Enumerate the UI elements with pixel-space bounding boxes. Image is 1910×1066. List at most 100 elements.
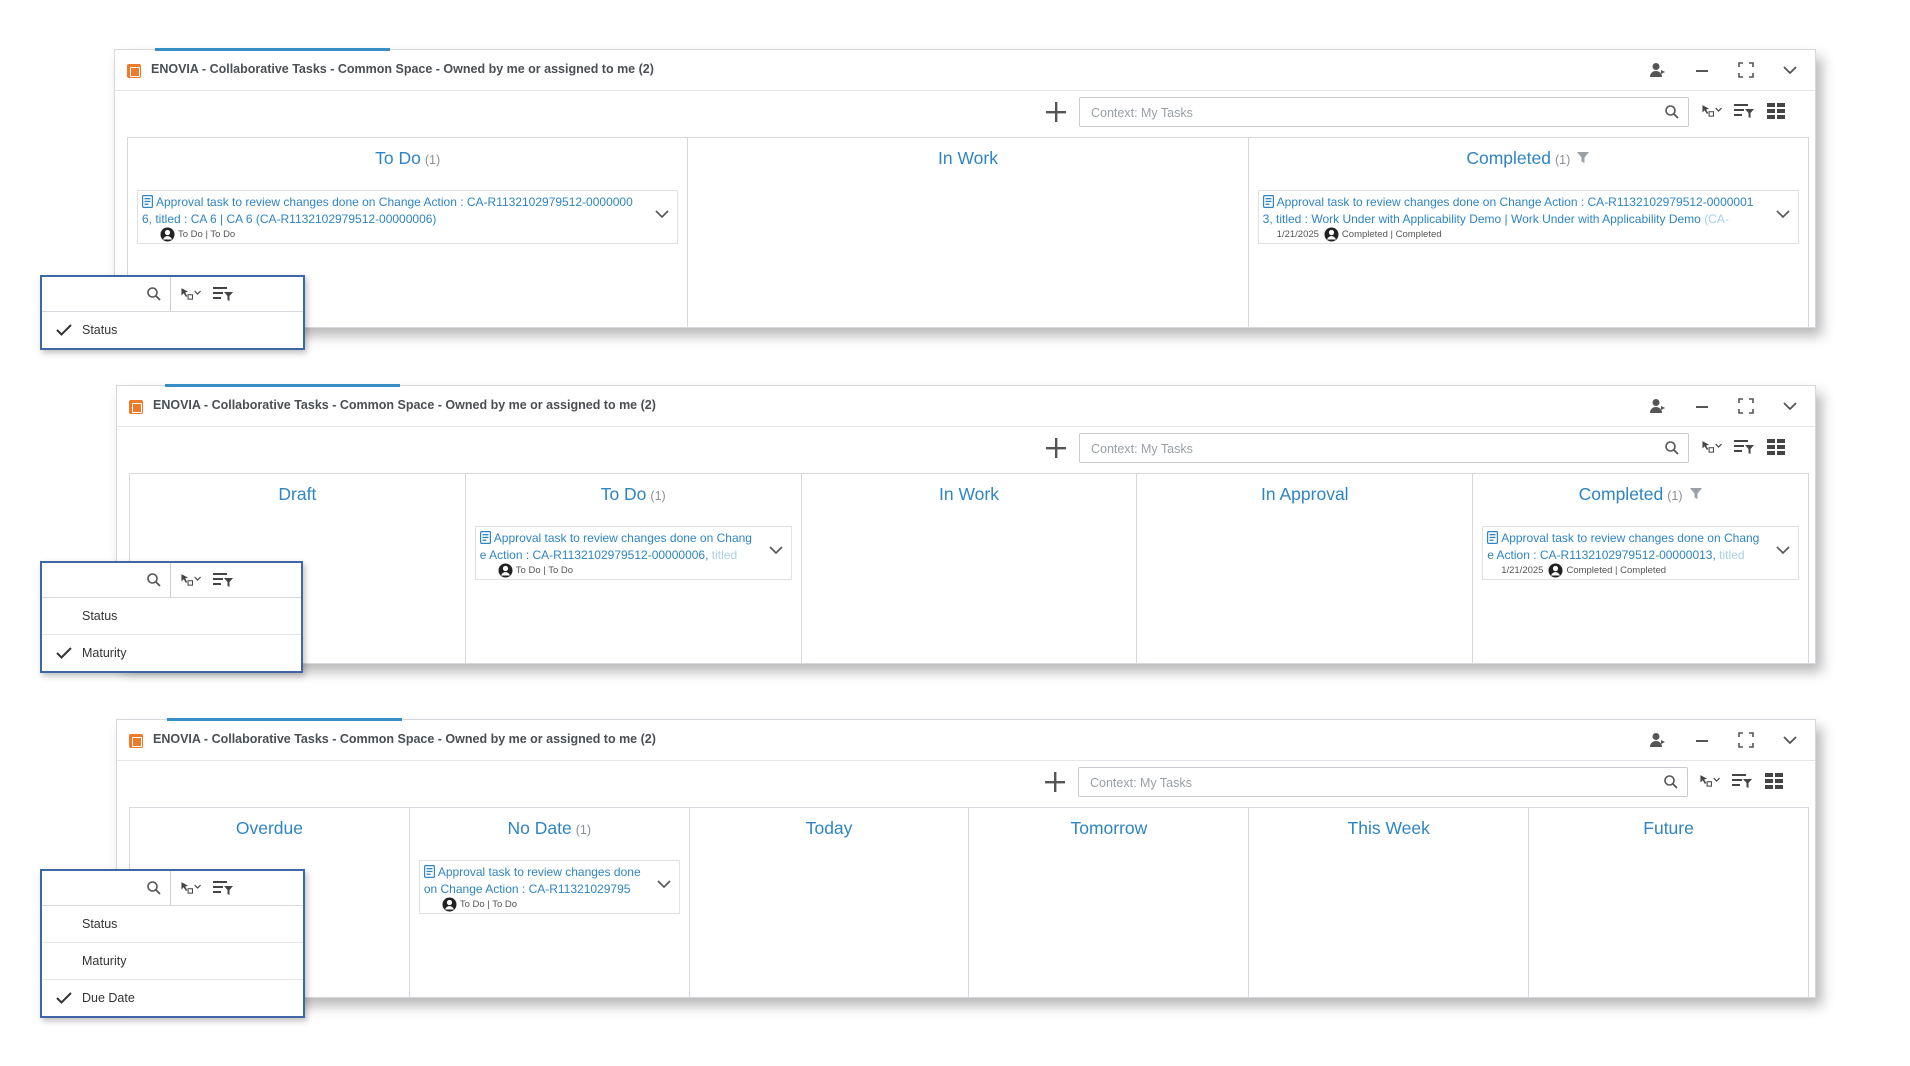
filter-list-icon[interactable] bbox=[1731, 770, 1753, 792]
context-search-input[interactable]: Context: My Tasks bbox=[1079, 97, 1689, 127]
column-header[interactable]: Today bbox=[690, 808, 969, 839]
context-search-input[interactable]: Context: My Tasks bbox=[1078, 767, 1688, 797]
popup-search-input[interactable] bbox=[42, 563, 171, 597]
board-column: In Approval bbox=[1136, 474, 1472, 663]
expand-card-icon[interactable] bbox=[655, 209, 669, 219]
column-label: In Work bbox=[939, 484, 999, 504]
group-by-option[interactable]: Status bbox=[42, 598, 301, 635]
user-share-icon[interactable] bbox=[1647, 395, 1669, 417]
maximize-icon[interactable] bbox=[1735, 395, 1757, 417]
column-header[interactable]: Completed (1) bbox=[1249, 138, 1808, 169]
column-header[interactable]: To Do (1) bbox=[466, 474, 801, 505]
filter-list-icon[interactable] bbox=[212, 569, 234, 591]
task-card[interactable]: Approval task to review changes done on … bbox=[1482, 526, 1799, 580]
selection-mode-icon[interactable] bbox=[1701, 436, 1723, 458]
enovia-logo-icon bbox=[127, 64, 141, 78]
column-header[interactable]: Future bbox=[1529, 808, 1808, 839]
panel-header: ENOVIA - Collaborative Tasks - Common Sp… bbox=[117, 720, 1815, 761]
column-filter-icon[interactable] bbox=[1576, 151, 1590, 165]
column-header[interactable]: In Approval bbox=[1137, 474, 1472, 505]
chevron-down-icon[interactable] bbox=[1779, 59, 1801, 81]
task-meta: To Do | To Do bbox=[442, 897, 517, 912]
search-icon[interactable] bbox=[146, 880, 162, 896]
task-status: To Do | To Do bbox=[178, 229, 236, 240]
popup-search-input[interactable] bbox=[42, 871, 171, 905]
group-by-option[interactable]: Status bbox=[42, 906, 303, 943]
task-title-link[interactable]: Approval task to review changes done on … bbox=[142, 194, 643, 228]
column-count: (1) bbox=[650, 489, 666, 503]
task-title-overflow: (CA- bbox=[1704, 212, 1729, 226]
selection-mode-icon[interactable] bbox=[180, 283, 202, 305]
task-card[interactable]: Approval task to review changes done on … bbox=[1257, 190, 1799, 244]
context-search-input[interactable]: Context: My Tasks bbox=[1079, 433, 1689, 463]
task-status: Completed | Completed bbox=[1566, 565, 1667, 576]
task-card[interactable]: Approval task to review changes done on … bbox=[137, 190, 679, 244]
column-header[interactable]: Completed (1) bbox=[1473, 474, 1808, 505]
minimize-icon[interactable] bbox=[1691, 395, 1713, 417]
selection-mode-icon[interactable] bbox=[180, 877, 202, 899]
search-icon[interactable] bbox=[146, 572, 162, 588]
add-task-button[interactable] bbox=[1043, 435, 1069, 461]
user-share-icon[interactable] bbox=[1647, 59, 1669, 81]
grid-view-icon[interactable] bbox=[1763, 770, 1785, 792]
selection-mode-icon[interactable] bbox=[1699, 770, 1721, 792]
filter-list-icon[interactable] bbox=[212, 283, 234, 305]
search-icon[interactable] bbox=[146, 286, 162, 302]
task-document-icon bbox=[1487, 531, 1499, 544]
search-icon[interactable] bbox=[1663, 774, 1679, 790]
search-icon[interactable] bbox=[1664, 104, 1680, 120]
minimize-icon[interactable] bbox=[1691, 59, 1713, 81]
filter-list-icon[interactable] bbox=[1733, 436, 1755, 458]
checkmark-icon bbox=[56, 992, 72, 1004]
minimize-icon[interactable] bbox=[1691, 729, 1713, 751]
group-by-option[interactable]: Due Date bbox=[42, 980, 303, 1016]
add-task-button[interactable] bbox=[1042, 769, 1068, 795]
task-card[interactable]: Approval task to review changes done on C… bbox=[418, 860, 680, 914]
column-header[interactable]: In Work bbox=[688, 138, 1247, 169]
chevron-down-icon[interactable] bbox=[1779, 729, 1801, 751]
popup-search-input[interactable] bbox=[42, 277, 171, 311]
column-header[interactable]: No Date (1) bbox=[410, 808, 689, 839]
column-header[interactable]: In Work bbox=[802, 474, 1137, 505]
chevron-down-icon[interactable] bbox=[1779, 395, 1801, 417]
expand-card-icon[interactable] bbox=[1776, 545, 1790, 555]
grid-view-icon[interactable] bbox=[1765, 100, 1787, 122]
expand-card-icon[interactable] bbox=[1776, 209, 1790, 219]
search-icon[interactable] bbox=[1664, 440, 1680, 456]
task-card[interactable]: Approval task to review changes done on … bbox=[474, 526, 792, 580]
task-title-link[interactable]: Approval task to review changes done on … bbox=[1263, 194, 1764, 228]
filter-list-icon[interactable] bbox=[1733, 100, 1755, 122]
column-header[interactable]: Tomorrow bbox=[969, 808, 1248, 839]
task-title-link[interactable]: Approval task to review changes done on C… bbox=[424, 864, 645, 898]
search-placeholder: Context: My Tasks bbox=[1091, 442, 1193, 456]
user-share-icon[interactable] bbox=[1647, 729, 1669, 751]
expand-card-icon[interactable] bbox=[657, 879, 671, 889]
panel-header: ENOVIA - Collaborative Tasks - Common Sp… bbox=[115, 50, 1815, 91]
column-label: This Week bbox=[1347, 818, 1430, 838]
maximize-icon[interactable] bbox=[1735, 59, 1757, 81]
group-by-option[interactable]: Maturity bbox=[42, 635, 301, 671]
task-title-line1: Approval task to review changes done on … bbox=[493, 531, 752, 545]
column-filter-icon[interactable] bbox=[1689, 487, 1703, 501]
filter-list-icon[interactable] bbox=[212, 877, 234, 899]
column-label: Overdue bbox=[235, 818, 303, 838]
maximize-icon[interactable] bbox=[1735, 729, 1757, 751]
column-count: (1) bbox=[1667, 489, 1683, 503]
column-header[interactable]: Overdue bbox=[130, 808, 409, 839]
column-header[interactable]: To Do (1) bbox=[128, 138, 687, 169]
column-header[interactable]: This Week bbox=[1249, 808, 1528, 839]
group-by-option[interactable]: Maturity bbox=[42, 943, 303, 980]
grid-view-icon[interactable] bbox=[1765, 436, 1787, 458]
selection-mode-icon[interactable] bbox=[180, 569, 202, 591]
group-by-option[interactable]: Status bbox=[42, 312, 303, 348]
column-header[interactable]: Draft bbox=[130, 474, 465, 505]
search-placeholder: Context: My Tasks bbox=[1090, 776, 1192, 790]
task-title-link[interactable]: Approval task to review changes done on … bbox=[480, 530, 757, 564]
add-task-button[interactable] bbox=[1043, 99, 1069, 125]
group-by-popup-due-date: Status Maturity Due Date bbox=[40, 869, 305, 1018]
user-avatar-icon bbox=[160, 227, 175, 242]
task-title-link[interactable]: Approval task to review changes done on … bbox=[1487, 530, 1764, 564]
expand-card-icon[interactable] bbox=[769, 545, 783, 555]
selection-mode-icon[interactable] bbox=[1701, 100, 1723, 122]
user-avatar-icon bbox=[1548, 563, 1563, 578]
